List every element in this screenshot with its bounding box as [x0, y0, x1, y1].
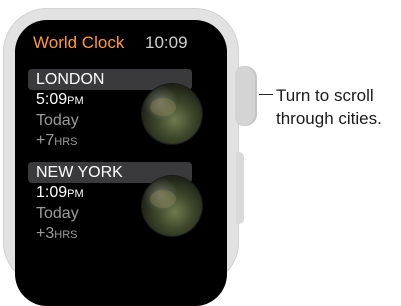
side-button[interactable] — [236, 152, 244, 224]
callout-line — [259, 94, 273, 95]
city-item-new-york[interactable]: NEW YORK 1:09PM Today +3HRS — [28, 162, 216, 245]
earth-globe-icon — [142, 84, 202, 144]
earth-globe-icon — [142, 176, 202, 236]
digital-crown[interactable] — [235, 66, 257, 126]
callout-text: Turn to scroll through cities. — [276, 86, 382, 128]
city-item-london[interactable]: LONDON 5:09PM Today +7HRS — [28, 69, 216, 152]
current-time: 10:09 — [145, 33, 188, 52]
app-title: World Clock — [33, 33, 125, 52]
